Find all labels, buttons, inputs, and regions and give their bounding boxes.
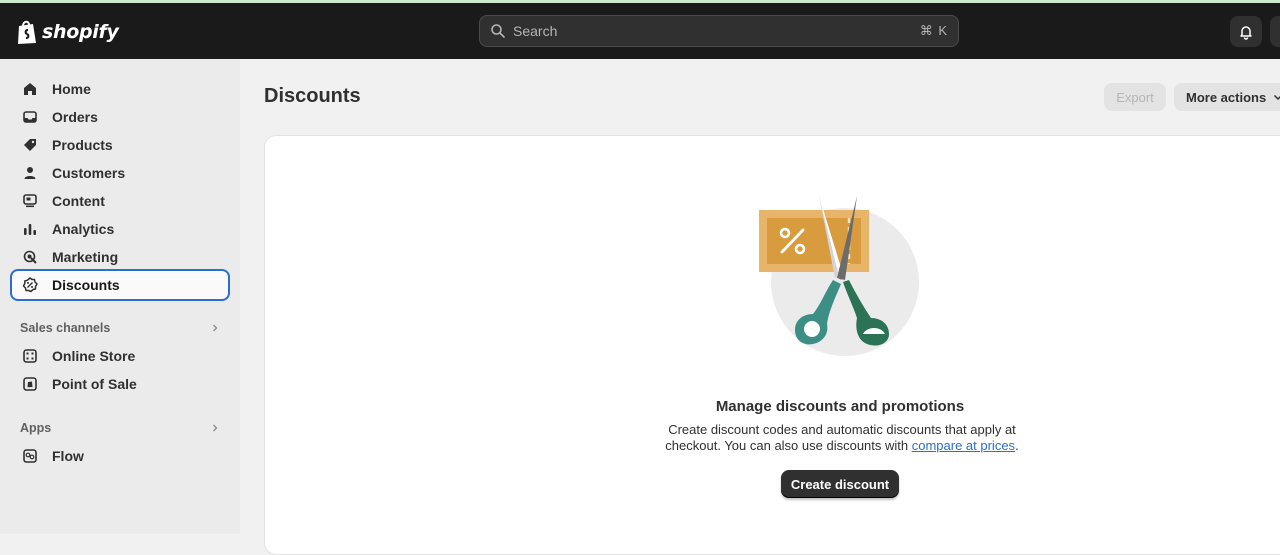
chevron-right-icon [213, 324, 218, 332]
flow-icon [22, 448, 38, 464]
bar-chart-icon [22, 221, 38, 237]
search-shortcut: ⌘ K [919, 23, 948, 38]
search-placeholder: Search [513, 23, 558, 39]
sidebar: Home Orders Products Customers Content A… [0, 59, 240, 534]
sidebar-item-online-store[interactable]: Online Store [10, 341, 230, 371]
sidebar-item-label: Flow [52, 448, 84, 464]
inbox-icon [22, 109, 38, 125]
brand-name: shopify [42, 21, 119, 43]
main-content: Discounts Export More actions Manage dis… [240, 59, 1280, 555]
shopify-bag-icon [18, 20, 36, 44]
notifications-button[interactable] [1230, 16, 1262, 47]
tag-icon [22, 137, 38, 153]
pos-icon [22, 376, 38, 392]
chevron-right-icon [213, 424, 218, 432]
section-title: Apps [20, 421, 52, 435]
store-icon [22, 348, 38, 364]
empty-state-text-end: . [1015, 438, 1019, 453]
page-title: Discounts [264, 85, 361, 107]
create-discount-button[interactable]: Create discount [781, 470, 899, 498]
empty-state-description: Create discount codes and automatic disc… [651, 422, 1033, 454]
sidebar-item-content[interactable]: Content [10, 186, 230, 216]
sidebar-item-point-of-sale[interactable]: Point of Sale [10, 369, 230, 399]
sidebar-item-label: Orders [52, 109, 98, 125]
sidebar-item-discounts[interactable]: Discounts [10, 269, 230, 301]
sidebar-item-label: Marketing [52, 249, 119, 265]
top-bar: shopify Search ⌘ K [0, 3, 1280, 59]
more-actions-label: More actions [1186, 89, 1267, 105]
sidebar-item-label: Discounts [52, 277, 120, 293]
sidebar-item-products[interactable]: Products [10, 130, 230, 160]
sales-channels-header[interactable]: Sales channels [20, 318, 220, 338]
empty-state-card: Manage discounts and promotions Create d… [264, 135, 1280, 555]
section-title: Sales channels [20, 321, 111, 335]
home-icon [22, 81, 38, 97]
sidebar-item-label: Customers [52, 165, 126, 181]
sidebar-item-label: Analytics [52, 221, 115, 237]
export-button[interactable]: Export [1104, 83, 1166, 111]
search-input[interactable]: Search ⌘ K [479, 15, 959, 47]
sidebar-item-label: Home [52, 81, 91, 97]
account-menu-button[interactable] [1270, 16, 1280, 47]
discount-icon [22, 277, 38, 293]
search-icon [490, 23, 506, 39]
sidebar-item-label: Online Store [52, 348, 136, 364]
sidebar-item-analytics[interactable]: Analytics [10, 214, 230, 244]
discount-scissors-illustration [759, 196, 919, 356]
sidebar-item-label: Point of Sale [52, 376, 137, 392]
sidebar-item-customers[interactable]: Customers [10, 158, 230, 188]
compare-at-prices-link[interactable]: compare at prices [912, 438, 1015, 453]
sidebar-item-label: Content [52, 193, 105, 209]
bell-icon [1240, 25, 1252, 40]
sidebar-item-label: Products [52, 137, 113, 153]
empty-state-heading: Manage discounts and promotions [715, 398, 965, 415]
sidebar-item-home[interactable]: Home [10, 74, 230, 104]
more-actions-button[interactable]: More actions [1174, 83, 1280, 111]
sidebar-item-flow[interactable]: Flow [10, 441, 230, 471]
apps-header[interactable]: Apps [20, 418, 220, 438]
content-icon [22, 193, 38, 209]
sidebar-item-marketing[interactable]: Marketing [10, 242, 230, 272]
sidebar-item-orders[interactable]: Orders [10, 102, 230, 132]
chevron-down-icon [1274, 94, 1280, 101]
shopify-logo[interactable]: shopify [16, 18, 119, 46]
target-icon [22, 249, 38, 265]
person-icon [22, 165, 38, 181]
